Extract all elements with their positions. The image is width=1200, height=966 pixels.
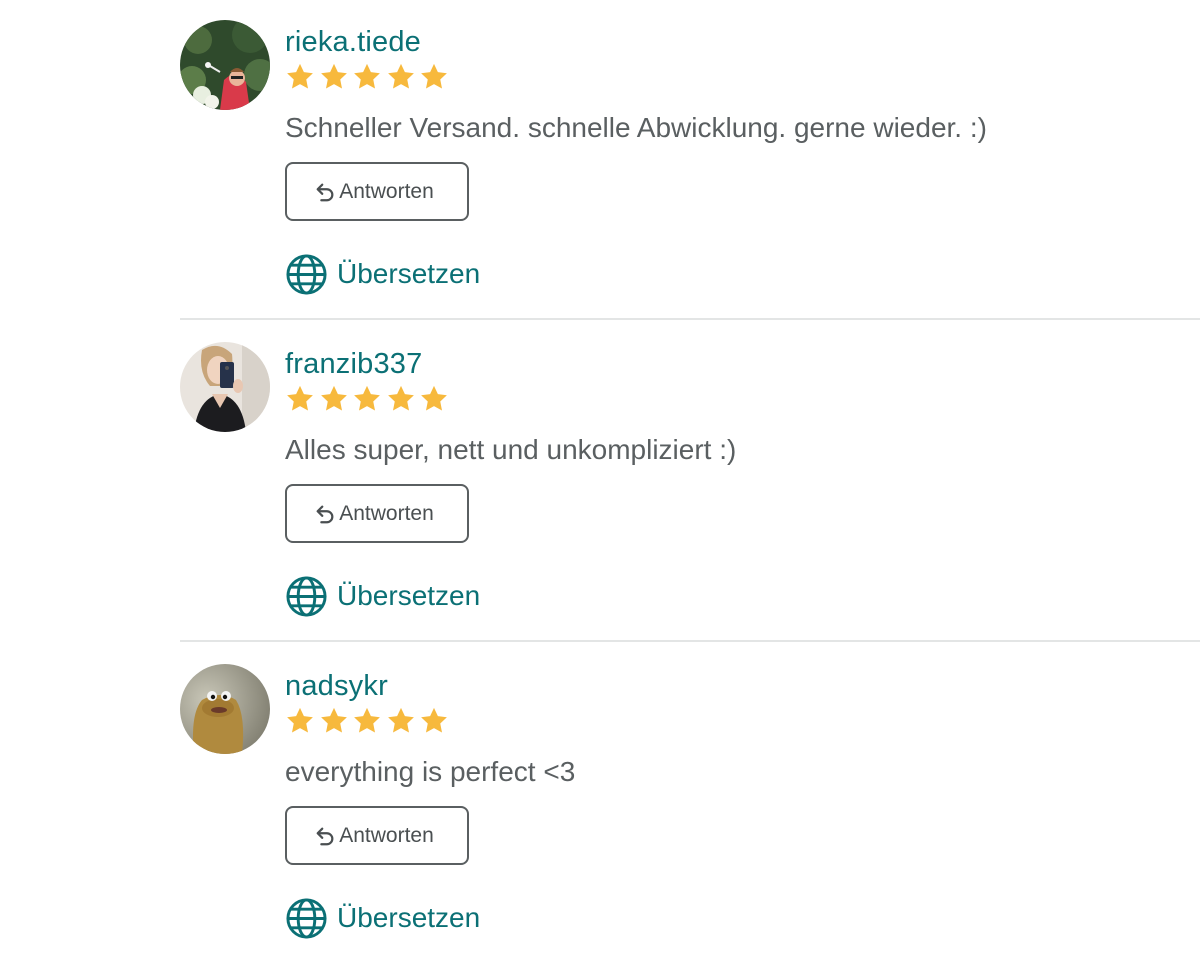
translate-label: Übersetzen xyxy=(337,580,481,611)
star-icon xyxy=(320,385,347,411)
globe-icon xyxy=(286,575,327,617)
review-comment: everything is perfect <3 xyxy=(285,756,576,787)
review-feed: rieka.tiede Schneller Versand. schnelle … xyxy=(0,0,1200,962)
translate-link[interactable]: Übersetzen xyxy=(285,252,480,296)
review-username[interactable]: franzib337 xyxy=(285,344,422,384)
divider xyxy=(180,318,1200,320)
reply-button-label: Antworten xyxy=(339,823,434,847)
translate-label: Übersetzen xyxy=(337,258,481,289)
globe-icon xyxy=(286,897,327,939)
rating-stars xyxy=(285,384,449,414)
reply-button-label: Antworten xyxy=(339,179,434,203)
divider xyxy=(180,640,1200,642)
star-icon xyxy=(354,63,380,89)
reply-arrow-icon xyxy=(316,827,334,845)
star-icon xyxy=(421,707,447,733)
star-icon xyxy=(421,63,447,89)
avatar[interactable] xyxy=(180,20,270,110)
review-username[interactable]: nadsykr xyxy=(285,666,388,706)
star-icon xyxy=(354,707,380,733)
star-icon xyxy=(421,385,447,411)
reply-button[interactable]: Antworten xyxy=(285,484,469,543)
translate-label: Übersetzen xyxy=(337,902,481,933)
avatar[interactable] xyxy=(180,664,270,754)
avatar[interactable] xyxy=(180,342,270,432)
review-item: nadsykr everything is perfect <3 Antwort… xyxy=(0,644,1200,966)
rating-stars xyxy=(285,62,449,92)
globe-icon xyxy=(286,253,327,295)
star-icon xyxy=(387,385,414,411)
rating-stars xyxy=(285,706,449,736)
translate-link[interactable]: Übersetzen xyxy=(285,896,480,940)
reply-button[interactable]: Antworten xyxy=(285,162,469,221)
review-username[interactable]: rieka.tiede xyxy=(285,22,421,62)
star-icon xyxy=(354,385,380,411)
translate-link[interactable]: Übersetzen xyxy=(285,574,480,618)
review-comment: Alles super, nett und unkompliziert :) xyxy=(285,434,737,465)
star-icon xyxy=(320,707,347,733)
star-icon xyxy=(287,385,313,411)
star-icon xyxy=(320,63,347,89)
star-icon xyxy=(287,707,313,733)
review-comment: Schneller Versand. schnelle Abwicklung. … xyxy=(285,112,987,143)
review-item: rieka.tiede Schneller Versand. schnelle … xyxy=(0,0,1200,322)
reply-button-label: Antworten xyxy=(339,501,434,525)
star-icon xyxy=(387,707,414,733)
reply-arrow-icon xyxy=(316,183,334,201)
star-icon xyxy=(387,63,414,89)
reply-button[interactable]: Antworten xyxy=(285,806,469,865)
reply-arrow-icon xyxy=(316,505,334,523)
star-icon xyxy=(287,63,313,89)
review-item: franzib337 Alles super, nett und unkompl… xyxy=(0,322,1200,644)
